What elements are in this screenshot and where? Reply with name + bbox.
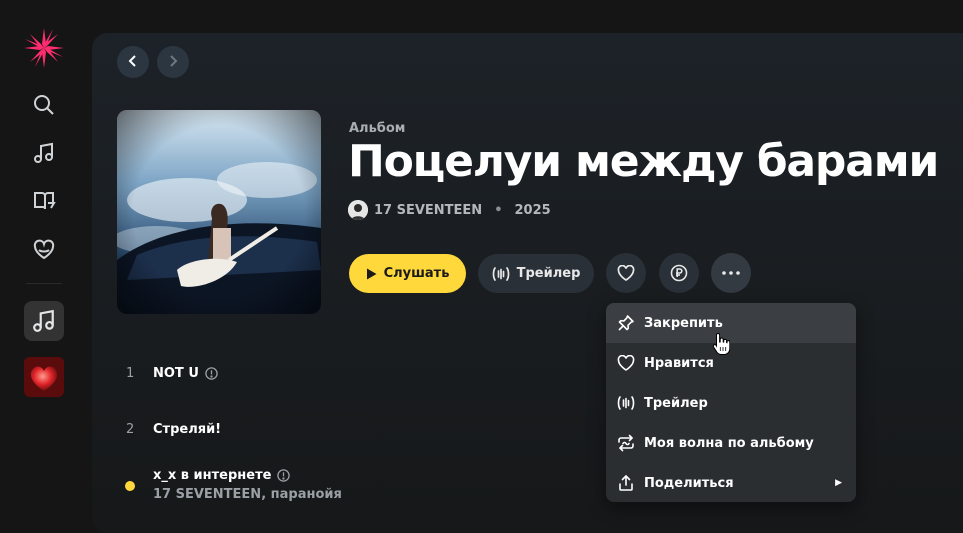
submenu-arrow-icon: ▶ bbox=[835, 478, 842, 488]
hand-cursor-icon bbox=[712, 332, 731, 360]
play-icon bbox=[366, 268, 377, 280]
menu-item-pin[interactable]: Закрепить bbox=[606, 303, 856, 343]
more-dots-icon bbox=[722, 271, 740, 275]
album-title: Поцелуи между барами bbox=[348, 136, 939, 187]
sidebar-divider bbox=[26, 283, 62, 284]
track-title[interactable]: Стреляй! bbox=[153, 422, 221, 437]
wave-icon bbox=[616, 433, 636, 453]
chevron-right-icon bbox=[166, 53, 180, 72]
trailer-button[interactable]: Трейлер bbox=[478, 254, 594, 293]
heart-icon bbox=[617, 265, 635, 281]
book-icon[interactable] bbox=[28, 185, 60, 217]
menu-item-share[interactable]: Поделиться ▶ bbox=[606, 463, 856, 502]
purchase-button[interactable] bbox=[659, 253, 699, 293]
music-note-icon[interactable] bbox=[24, 301, 64, 341]
more-button[interactable] bbox=[711, 253, 751, 293]
album-cover[interactable] bbox=[117, 110, 321, 314]
heart-cover-icon[interactable] bbox=[24, 357, 64, 397]
ruble-icon bbox=[670, 264, 688, 282]
album-kind-label: Альбом bbox=[349, 121, 406, 136]
trailer-label: Трейлер bbox=[516, 266, 581, 281]
menu-item-label: Моя волна по альбому bbox=[644, 435, 814, 451]
trailer-icon bbox=[492, 266, 510, 282]
menu-item-trailer[interactable]: Трейлер bbox=[606, 383, 856, 423]
pin-icon bbox=[616, 313, 636, 333]
meta-separator: • bbox=[494, 202, 503, 218]
album-year: 2025 bbox=[514, 202, 551, 218]
track-title-text: x_x в интернете bbox=[153, 468, 272, 483]
back-button[interactable] bbox=[117, 46, 149, 78]
menu-item-label: Поделиться bbox=[644, 475, 734, 491]
trailer-icon bbox=[616, 393, 636, 413]
menu-item-like[interactable]: Нравится bbox=[606, 343, 856, 383]
info-icon[interactable] bbox=[205, 367, 218, 380]
play-label: Слушать bbox=[383, 266, 450, 281]
artist-avatar[interactable] bbox=[348, 200, 368, 220]
search-icon[interactable] bbox=[28, 89, 60, 121]
music-note-icon[interactable] bbox=[28, 137, 60, 169]
info-icon[interactable] bbox=[277, 469, 291, 482]
app-logo-icon[interactable] bbox=[22, 26, 66, 70]
menu-item-label: Нравится bbox=[644, 355, 714, 371]
heart-icon bbox=[616, 353, 636, 373]
forward-button[interactable] bbox=[157, 46, 189, 78]
share-icon bbox=[616, 473, 636, 493]
track-title-text: NOT U bbox=[153, 366, 199, 381]
now-playing-indicator bbox=[125, 481, 135, 491]
chevron-left-icon bbox=[126, 53, 140, 72]
album-meta: 17 SEVENTEEN • 2025 bbox=[348, 200, 551, 220]
track-title[interactable]: x_x в интернете bbox=[153, 468, 291, 483]
track-number: 2 bbox=[126, 422, 135, 437]
like-button[interactable] bbox=[606, 253, 646, 293]
menu-item-label: Закрепить bbox=[644, 315, 723, 331]
play-button[interactable]: Слушать bbox=[349, 254, 466, 293]
menu-item-wave[interactable]: Моя волна по альбому bbox=[606, 423, 856, 463]
sidebar bbox=[0, 0, 88, 520]
track-artists[interactable]: 17 SEVENTEEN, паранойя bbox=[153, 487, 342, 502]
artist-link[interactable]: 17 SEVENTEEN bbox=[374, 203, 482, 218]
menu-item-label: Трейлер bbox=[644, 395, 708, 411]
track-title[interactable]: NOT U bbox=[153, 366, 218, 381]
context-menu: Закрепить Нравится Трейлер Моя волна по … bbox=[606, 303, 856, 502]
heart-wave-icon[interactable] bbox=[28, 233, 60, 265]
track-number: 1 bbox=[126, 366, 135, 381]
